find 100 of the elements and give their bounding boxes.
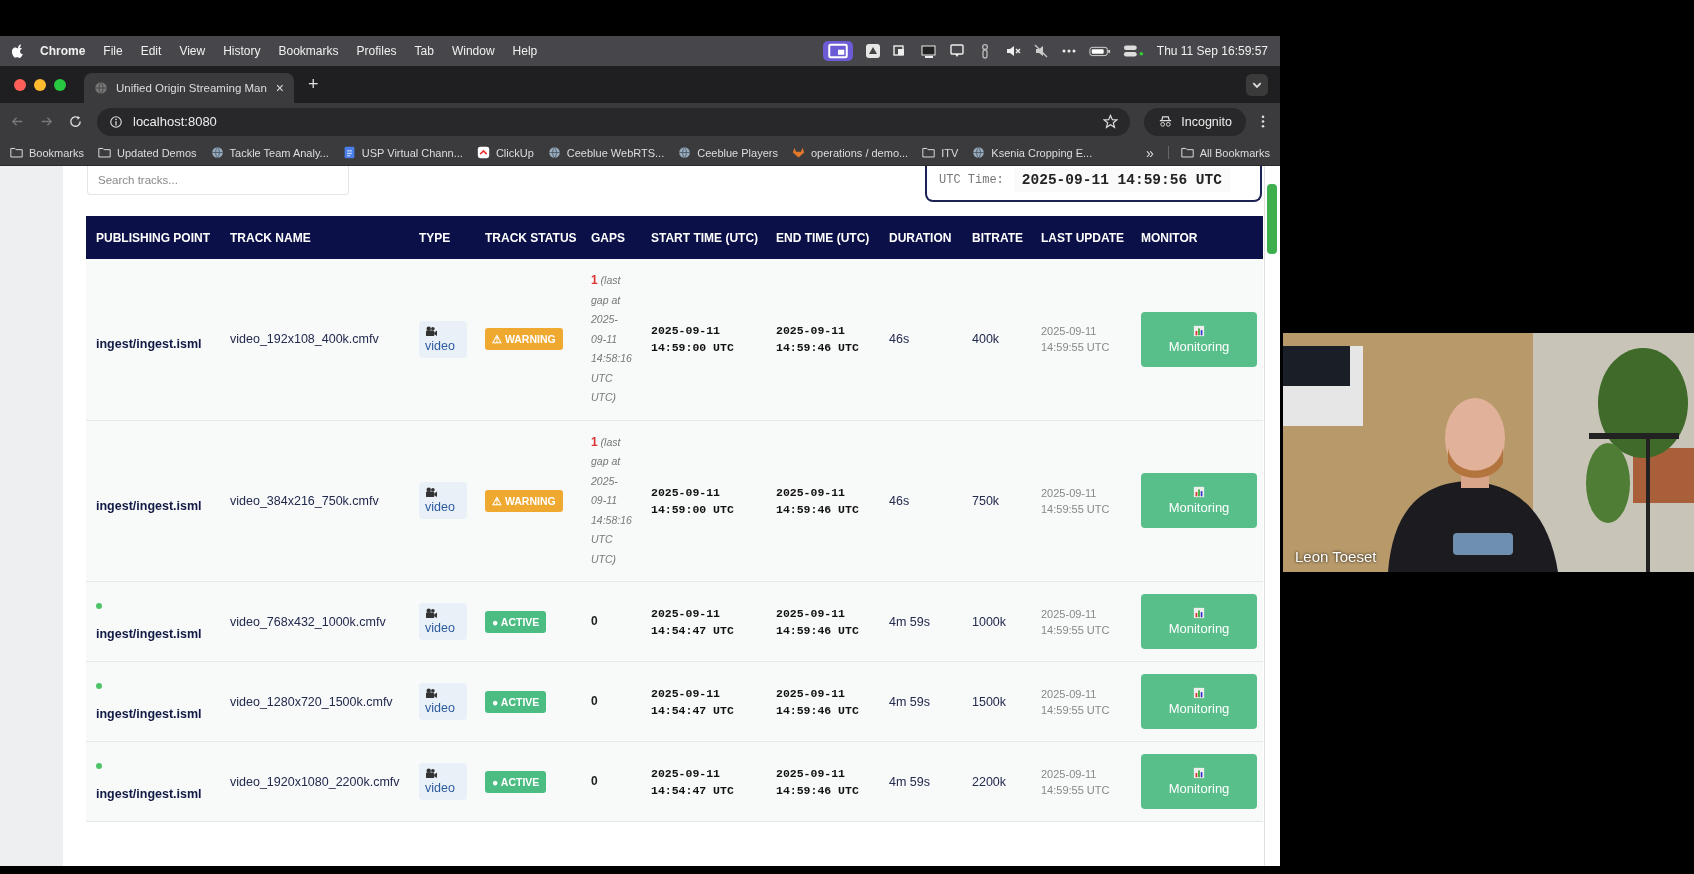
status-badge: ⚠ WARNING xyxy=(485,489,563,512)
camera-icon xyxy=(425,325,438,337)
bookmark-link[interactable]: Updated Demos xyxy=(98,146,197,159)
menu-bar-clock[interactable]: Thu 11 Sep 16:59:57 xyxy=(1156,44,1268,58)
new-tab-button[interactable]: + xyxy=(308,74,319,95)
type-badge: video xyxy=(419,763,467,800)
app-icon xyxy=(476,146,490,159)
bitrate-cell: 400k xyxy=(972,332,1000,347)
folder-icon xyxy=(10,146,23,159)
tab-close[interactable]: × xyxy=(275,80,284,96)
status-badge: ● ACTIVE xyxy=(485,610,547,633)
menu-item[interactable]: View xyxy=(179,44,206,58)
bookmark-link[interactable]: USP Virtual Chann... xyxy=(342,146,463,159)
triangle-box-icon[interactable] xyxy=(864,43,881,59)
gaps-cell-text: 1 (last gap at 2025-09-11 14:58:16 UTC UTC) xyxy=(591,433,633,567)
menu-item[interactable]: Help xyxy=(512,44,538,58)
muted-speaker-icon[interactable] xyxy=(1032,43,1049,59)
menu-item[interactable]: History xyxy=(223,44,261,58)
end-time-cell-text: 2025-09-11 14:59:46 UTC xyxy=(776,323,860,357)
menu-item[interactable]: Bookmarks xyxy=(278,44,339,58)
menu-app-name[interactable]: Chrome xyxy=(40,44,86,58)
last-update-cell-text: 2025-09-11 14:59:55 UTC xyxy=(1041,606,1111,638)
end-time-cell-text: 2025-09-11 14:59:46 UTC xyxy=(776,765,860,799)
close-window-icon[interactable] xyxy=(14,78,26,91)
publishing-point-cell-text: ingest/ingest.isml xyxy=(96,625,203,641)
info-icon[interactable] xyxy=(109,114,123,129)
display-icon[interactable] xyxy=(920,43,937,59)
star-icon[interactable] xyxy=(1103,114,1119,129)
search-field[interactable]: Search tracks... xyxy=(87,166,349,195)
incognito-button[interactable]: Incognito xyxy=(1144,107,1246,136)
url-text: localhost:8080 xyxy=(133,114,217,129)
folder-icon xyxy=(922,146,936,159)
menu-icon[interactable] xyxy=(1260,114,1266,129)
type-badge: video xyxy=(419,482,467,520)
gaps-cell-text: 0 xyxy=(591,692,599,710)
last-update-cell-text: 2025-09-11 14:59:55 UTC xyxy=(1041,686,1111,718)
end-time-cell-text: 2025-09-11 14:59:46 UTC xyxy=(776,685,860,719)
column-header: DURATION xyxy=(889,230,952,245)
bookmark-link[interactable]: Tackle Team Analy... xyxy=(210,146,329,159)
menu-item[interactable]: File xyxy=(103,44,123,58)
globe-icon xyxy=(972,146,986,159)
bookmark-link[interactable]: Ceeblue WebRTS... xyxy=(547,146,665,159)
track-name-cell: video_1920x1080_2200k.cmfv xyxy=(230,774,400,789)
apple-icon[interactable] xyxy=(12,44,24,58)
more-bookmarks-button[interactable]: » xyxy=(1145,144,1154,161)
menu-item[interactable]: Tab xyxy=(414,44,434,58)
bookmark-link[interactable]: Ceeblue Players xyxy=(678,146,778,159)
gaps-cell-text: 1 (last gap at 2025-09-11 14:58:16 UTC UTC) xyxy=(591,272,633,405)
address-field[interactable]: localhost:8080 xyxy=(97,107,1131,136)
column-header: TYPE xyxy=(419,230,451,245)
menu-item[interactable]: Window xyxy=(451,44,495,58)
column-header: START TIME (UTC) xyxy=(651,230,759,245)
bar-chart-icon xyxy=(1193,607,1205,619)
bar-chart-icon xyxy=(1193,324,1205,337)
start-time-cell-text: 2025-09-11 14:59:00 UTC xyxy=(651,484,735,518)
publishing-point-cell-text: ingest/ingest.isml xyxy=(96,336,203,352)
publishing-point-cell-text: ingest/ingest.isml xyxy=(96,705,203,721)
bookmark-link[interactable]: operations / demo... xyxy=(791,146,909,159)
reload-icon[interactable] xyxy=(68,114,83,129)
all-bookmarks-link[interactable]: All Bookmarks xyxy=(1167,146,1270,159)
menu-item[interactable]: Edit xyxy=(140,44,162,58)
bookmark-link[interactable]: Bookmarks xyxy=(10,146,85,159)
toggle-icon[interactable] xyxy=(1122,43,1145,59)
document-icon xyxy=(342,146,356,159)
tab-title: Unified Origin Streaming Man xyxy=(116,82,268,94)
publishing-point-cell-text: ingest/ingest.isml xyxy=(96,785,203,801)
minimize-window-icon[interactable] xyxy=(34,78,46,91)
message-icon[interactable] xyxy=(948,43,965,59)
muted-speaker-icon[interactable] xyxy=(1004,43,1021,59)
column-header: MONITOR xyxy=(1141,230,1198,245)
type-badge: video xyxy=(419,603,467,640)
duration-cell: 46s xyxy=(889,493,910,508)
track-name-cell: video_384x216_750k.cmfv xyxy=(230,493,379,508)
bookmark-link[interactable]: Ksenia Cropping E... xyxy=(972,146,1093,159)
status-badge: ● ACTIVE xyxy=(485,690,547,713)
type-badge: video xyxy=(419,320,467,358)
gaps-cell-text: 0 xyxy=(591,612,599,630)
type-badge: video xyxy=(419,683,467,720)
screen-share-icon[interactable] xyxy=(822,41,853,61)
zoom-window-icon[interactable] xyxy=(54,78,66,91)
duration-cell: 4m 59s xyxy=(889,774,930,789)
browser-tab[interactable]: Unified Origin Streaming Man × xyxy=(84,73,294,103)
duration-cell: 4m 59s xyxy=(889,614,930,629)
column-header: TRACK STATUS xyxy=(485,230,577,245)
camera-icon xyxy=(425,487,438,499)
start-time-cell-text: 2025-09-11 14:59:00 UTC xyxy=(651,323,735,357)
chevron-down-icon[interactable] xyxy=(1246,73,1268,96)
menu-item[interactable]: Profiles xyxy=(356,44,397,58)
scrollbar-thumb[interactable] xyxy=(1267,184,1277,254)
start-time-cell-text: 2025-09-11 14:54:47 UTC xyxy=(651,685,735,719)
column-header: BITRATE xyxy=(972,230,1024,245)
track-name-cell: video_768x432_1000k.cmfv xyxy=(230,614,386,629)
duration-cell: 4m 59s xyxy=(889,694,930,709)
globe-icon xyxy=(210,146,224,159)
bar-chart-icon xyxy=(1193,767,1205,779)
bookmark-link[interactable]: ClickUp xyxy=(476,146,534,159)
column-header: GAPS xyxy=(591,230,625,245)
status-badge: ⚠ WARNING xyxy=(485,328,563,351)
bookmark-link[interactable]: ITV xyxy=(922,146,959,159)
column-header: PUBLISHING POINT xyxy=(96,230,210,245)
